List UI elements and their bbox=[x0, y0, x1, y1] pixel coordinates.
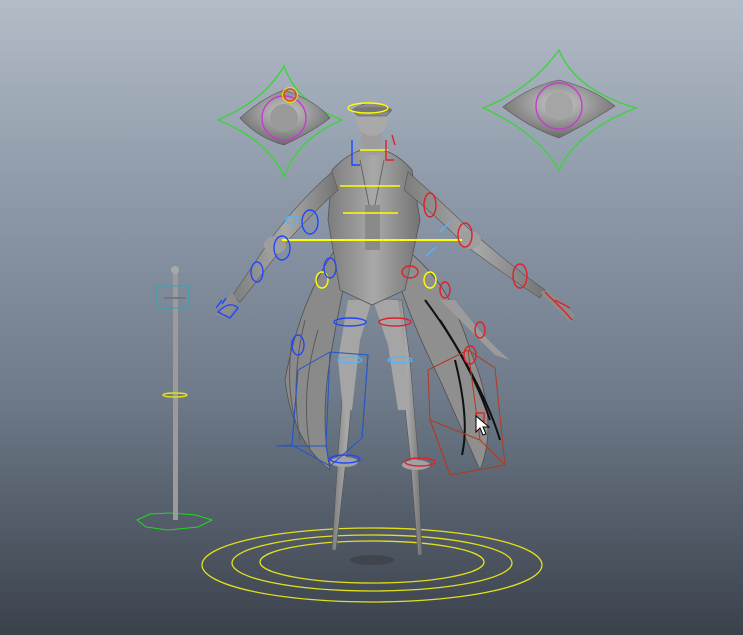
eye-control-left[interactable] bbox=[216, 64, 344, 179]
eye-control-right[interactable] bbox=[481, 48, 639, 172]
sword-prop[interactable] bbox=[136, 266, 214, 531]
viewport-canvas[interactable] bbox=[0, 0, 743, 635]
ground-shadow bbox=[350, 555, 394, 565]
maya-viewport[interactable] bbox=[0, 0, 743, 635]
mouse-pointer-icon bbox=[475, 415, 491, 436]
character-mesh[interactable] bbox=[215, 100, 575, 556]
